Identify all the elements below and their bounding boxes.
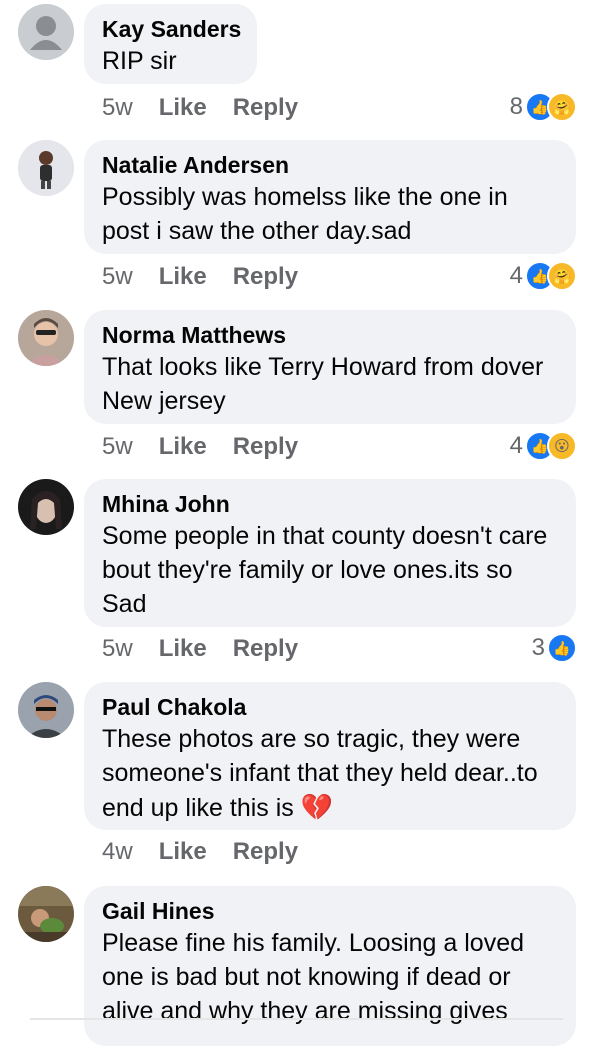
commenter-name[interactable]: Norma Matthews <box>102 320 558 350</box>
comment-actions: 5w Like Reply <box>102 433 324 461</box>
avatar[interactable] <box>18 682 74 738</box>
comment-time[interactable]: 4w <box>102 838 133 866</box>
comment-bubble: Paul Chakola These photos are so tragic,… <box>84 682 576 830</box>
comment-bubble: Norma Matthews That looks like Terry How… <box>84 310 576 424</box>
divider <box>30 1018 563 1020</box>
comment-actions: 4w Like Reply <box>102 838 324 866</box>
care-icon: 🤗 <box>547 261 577 291</box>
like-button[interactable]: Like <box>159 433 207 461</box>
comment-text: Some people in that county doesn't care … <box>102 522 548 618</box>
like-button[interactable]: Like <box>159 94 207 122</box>
comment-bubble: Natalie Andersen Possibly was homelss li… <box>84 140 576 254</box>
wow-icon: 😮 <box>547 431 577 461</box>
commenter-name[interactable]: Mhina John <box>102 489 558 519</box>
comment-time[interactable]: 5w <box>102 94 133 122</box>
broken-heart-icon: 💔 <box>300 792 334 822</box>
comment-text: These photos are so tragic, they were so… <box>102 722 558 825</box>
commenter-name[interactable]: Natalie Andersen <box>102 150 558 180</box>
like-button[interactable]: Like <box>159 838 207 866</box>
comment-time[interactable]: 5w <box>102 635 133 663</box>
reaction-summary[interactable]: 8 👍 🤗 <box>510 92 577 122</box>
comment-bubble: Kay Sanders RIP sir <box>84 4 257 84</box>
avatar[interactable] <box>18 310 74 366</box>
reply-button[interactable]: Reply <box>233 263 298 291</box>
reply-button[interactable]: Reply <box>233 433 298 461</box>
like-icon: 👍 <box>547 633 577 663</box>
comment-text: Please fine his family. Loosing a loved … <box>102 929 524 1025</box>
reaction-summary[interactable]: 4 👍 🤗 <box>510 261 577 291</box>
reaction-count: 4 <box>509 262 523 289</box>
reaction-count: 3 <box>531 634 545 661</box>
care-icon: 🤗 <box>547 92 577 122</box>
reaction-summary[interactable]: 3 👍 <box>532 633 577 663</box>
comment-time[interactable]: 5w <box>102 263 133 291</box>
reply-button[interactable]: Reply <box>233 635 298 663</box>
comment-actions: 5w Like Reply <box>102 635 324 663</box>
comment-text: Possibly was homelss like the one in pos… <box>102 183 508 245</box>
comment-actions: 5w Like Reply <box>102 263 324 291</box>
commenter-name[interactable]: Paul Chakola <box>102 692 558 722</box>
comment-actions: 5w Like Reply <box>102 94 324 122</box>
comment-time[interactable]: 5w <box>102 433 133 461</box>
reply-button[interactable]: Reply <box>233 838 298 866</box>
comment-text: RIP sir <box>102 47 177 75</box>
avatar[interactable] <box>18 4 74 60</box>
commenter-name[interactable]: Kay Sanders <box>102 14 241 44</box>
reaction-count: 4 <box>509 432 523 459</box>
reply-button[interactable]: Reply <box>233 94 298 122</box>
comment-bubble: Gail Hines Please fine his family. Loosi… <box>84 886 576 1046</box>
like-button[interactable]: Like <box>159 263 207 291</box>
avatar[interactable] <box>18 140 74 196</box>
comment-bubble: Mhina John Some people in that county do… <box>84 479 576 627</box>
like-button[interactable]: Like <box>159 635 207 663</box>
comment-text: That looks like Terry Howard from dover … <box>102 353 544 415</box>
commenter-name[interactable]: Gail Hines <box>102 896 558 926</box>
reaction-count: 8 <box>509 93 523 120</box>
avatar[interactable] <box>18 479 74 535</box>
reaction-summary[interactable]: 4 👍 😮 <box>510 431 577 461</box>
avatar[interactable] <box>18 886 74 942</box>
